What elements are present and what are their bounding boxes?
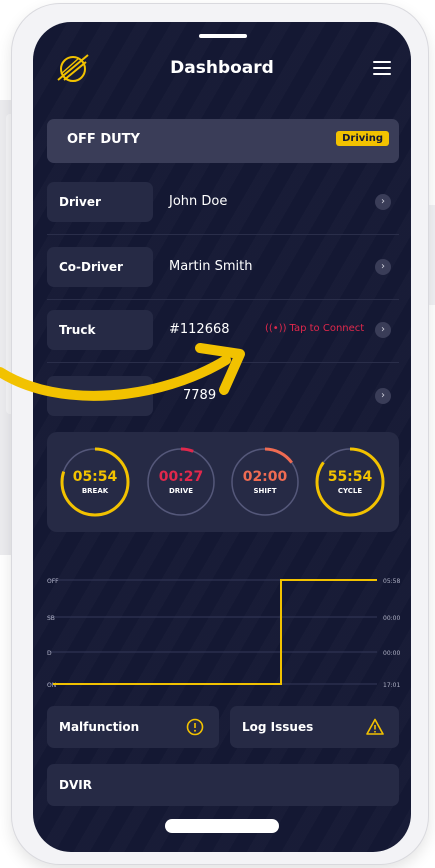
warning-triangle-icon bbox=[366, 718, 384, 735]
trailer-label bbox=[47, 376, 153, 416]
truck-value: #112668 bbox=[169, 322, 230, 337]
break-timer-value: 05:54 bbox=[72, 469, 118, 485]
divider bbox=[47, 362, 399, 363]
log-row-label: OFF bbox=[47, 578, 59, 585]
driver-label: Driver bbox=[47, 182, 153, 222]
duty-status-bar[interactable]: OFF DUTY Driving bbox=[47, 119, 399, 163]
hours-of-service-timers: 05:54 BREAK 00:27 DRIVE 02:00 SHIFT 55:5… bbox=[47, 432, 399, 532]
dvir-label: DVIR bbox=[59, 778, 92, 792]
log-grid bbox=[47, 579, 377, 685]
malfunction-label: Malfunction bbox=[59, 720, 140, 734]
tap-to-connect-label: Tap to Connect bbox=[289, 323, 365, 334]
trailer-value: 7789 bbox=[183, 388, 217, 403]
shift-timer-value: 02:00 bbox=[242, 469, 288, 485]
broadcast-signal-icon: ((•)) bbox=[265, 323, 287, 334]
shift-timer[interactable]: 02:00 SHIFT bbox=[225, 442, 305, 522]
chevron-right-icon[interactable]: › bbox=[375, 322, 391, 338]
cycle-timer-label: CYCLE bbox=[337, 487, 363, 495]
break-timer-label: BREAK bbox=[81, 487, 109, 495]
chevron-right-icon[interactable]: › bbox=[375, 259, 391, 275]
home-indicator bbox=[165, 819, 279, 833]
duty-status-label: OFF DUTY bbox=[67, 132, 140, 147]
co-driver-row[interactable]: Co-Driver Martin Smith › bbox=[47, 247, 399, 305]
log-row-total: 00:00 bbox=[383, 650, 400, 657]
truck-row[interactable]: Truck #112668 ((•)) Tap to Connect › bbox=[47, 310, 399, 368]
divider bbox=[47, 234, 399, 235]
log-row-total: 00:00 bbox=[383, 615, 400, 622]
phone-screen: Dashboard OFF DUTY Driving Driver John D… bbox=[33, 22, 411, 852]
log-row-total: 05:58 bbox=[383, 578, 400, 585]
break-timer[interactable]: 05:54 BREAK bbox=[55, 442, 135, 522]
malfunction-button[interactable]: Malfunction bbox=[47, 706, 219, 748]
log-row-total: 17:01 bbox=[383, 682, 400, 689]
log-issues-label: Log Issues bbox=[242, 720, 314, 734]
log-issues-button[interactable]: Log Issues bbox=[230, 706, 399, 748]
shift-timer-label: SHIFT bbox=[253, 487, 277, 495]
duty-log-graph: OFF SB D ON 05:58 00:00 00:00 17:01 bbox=[47, 578, 400, 689]
chevron-right-icon[interactable]: › bbox=[375, 388, 391, 404]
drive-timer-value: 00:27 bbox=[158, 469, 204, 485]
driver-row[interactable]: Driver John Doe › bbox=[47, 182, 399, 240]
cycle-timer[interactable]: 55:54 CYCLE bbox=[310, 442, 390, 522]
divider bbox=[47, 299, 399, 300]
drive-timer[interactable]: 00:27 DRIVE bbox=[141, 442, 221, 522]
co-driver-value: Martin Smith bbox=[169, 259, 253, 274]
info-circle-icon bbox=[186, 718, 204, 736]
truck-label: Truck bbox=[47, 310, 153, 350]
tap-to-connect-link[interactable]: ((•)) Tap to Connect bbox=[265, 323, 364, 334]
chevron-right-icon[interactable]: › bbox=[375, 194, 391, 210]
co-driver-label: Co-Driver bbox=[47, 247, 153, 287]
log-row-label: SB bbox=[47, 615, 55, 622]
page-title: Dashboard bbox=[170, 58, 274, 78]
hamburger-menu-icon[interactable] bbox=[373, 61, 391, 75]
speaker-notch bbox=[199, 34, 247, 38]
duty-status-line bbox=[53, 579, 377, 685]
app-header: Dashboard bbox=[33, 50, 411, 90]
drive-timer-label: DRIVE bbox=[168, 487, 193, 495]
log-row-label: D bbox=[47, 650, 52, 657]
dvir-button[interactable]: DVIR bbox=[47, 764, 399, 806]
driver-value: John Doe bbox=[169, 194, 228, 209]
trailer-row[interactable]: 7789 › bbox=[47, 376, 399, 434]
cycle-timer-value: 55:54 bbox=[327, 469, 373, 485]
status-badge[interactable]: Driving bbox=[336, 131, 389, 146]
